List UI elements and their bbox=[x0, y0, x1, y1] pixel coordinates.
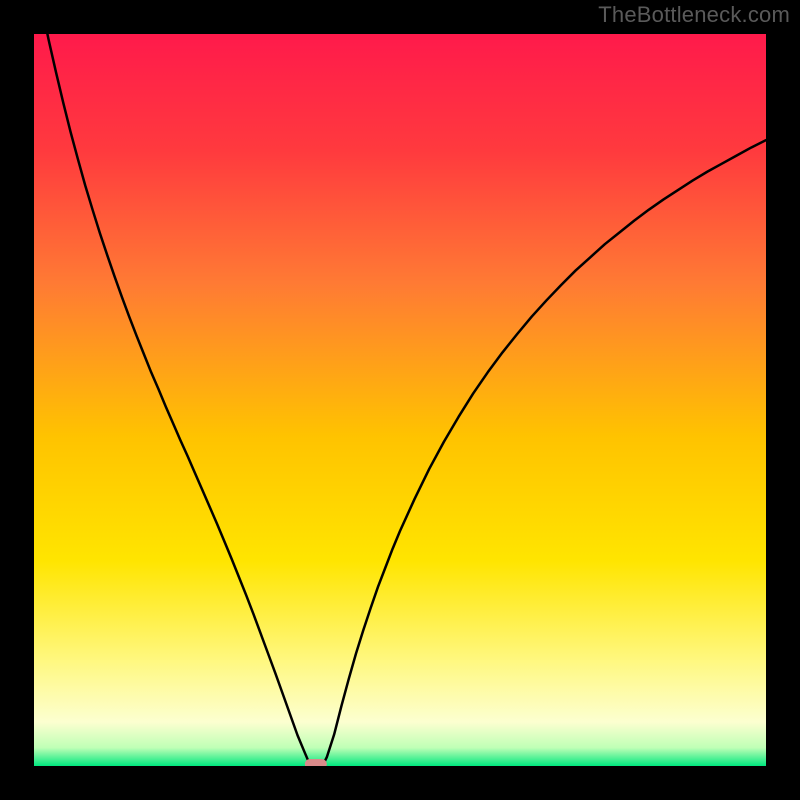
chart-svg bbox=[34, 34, 766, 766]
chart-plot-area bbox=[34, 34, 766, 766]
chart-frame: TheBottleneck.com bbox=[0, 0, 800, 800]
chart-background bbox=[34, 34, 766, 766]
chart-marker bbox=[305, 759, 327, 766]
watermark-text: TheBottleneck.com bbox=[598, 2, 790, 28]
